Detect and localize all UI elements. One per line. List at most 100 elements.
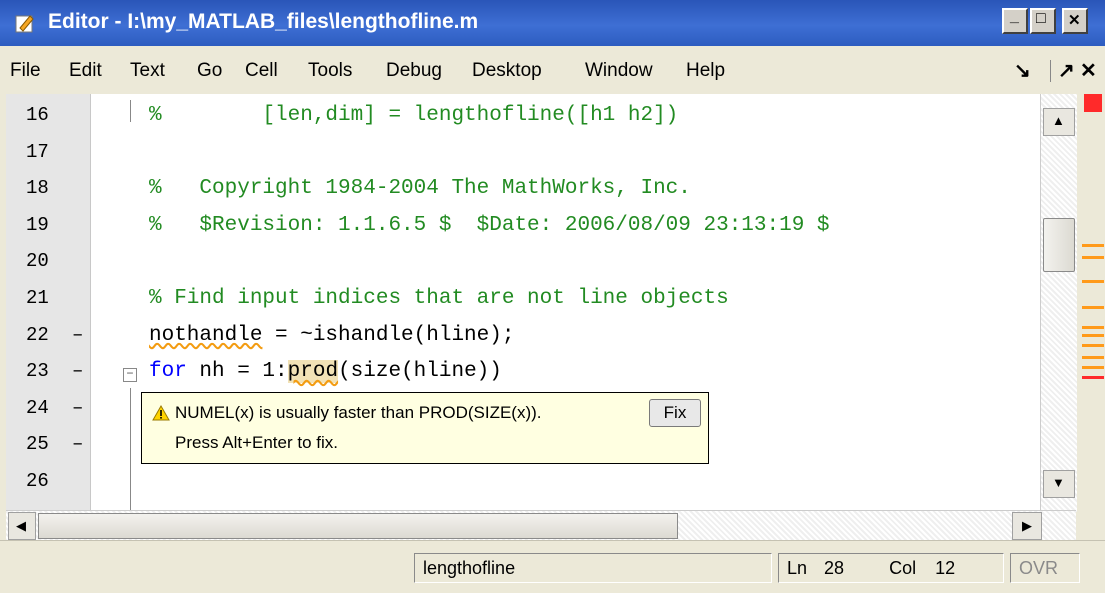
message-indicator-bar — [1078, 94, 1105, 540]
code-token: nothandle — [149, 323, 263, 347]
code-line[interactable]: 17 — [6, 137, 1076, 173]
code-line[interactable]: 18 % Copyright 1984-2004 The MathWorks, I… — [6, 173, 1076, 209]
close-icon: ✕ — [1068, 12, 1081, 29]
breakpoint-dash[interactable]: – — [72, 360, 83, 382]
fix-button[interactable]: Fix — [649, 399, 701, 427]
title-bar[interactable]: Editor - I:\my_MATLAB_files\lengthofline… — [0, 0, 1105, 46]
warning-marker[interactable] — [1082, 256, 1104, 259]
code-line[interactable]: 16 % [len,dim] = lengthofline([h1 h2]) — [6, 100, 1076, 136]
dock-icon[interactable]: ↘ — [1014, 58, 1031, 83]
close-button[interactable]: ✕ — [1062, 8, 1088, 34]
menu-desktop[interactable]: Desktop — [472, 60, 542, 82]
undock-icon[interactable]: ↗ — [1058, 58, 1075, 83]
code-token: prod — [287, 360, 339, 384]
scroll-up-icon: ▲ — [1052, 113, 1065, 128]
code-line[interactable]: 20 — [6, 246, 1076, 282]
warning-marker[interactable] — [1082, 244, 1104, 247]
error-marker[interactable] — [1082, 376, 1104, 379]
col-label: Col — [889, 558, 917, 578]
code-token: % $Revision: 1.1.6.5 $ $Date: 2006/08/09… — [149, 213, 830, 237]
overwrite-indicator: OVR — [1010, 553, 1080, 583]
function-name-field: lengthofline — [414, 553, 772, 583]
warning-marker[interactable] — [1082, 306, 1104, 309]
code-text: % $Revision: 1.1.6.5 $ $Date: 2006/08/09… — [149, 214, 830, 237]
menu-file[interactable]: File — [10, 60, 41, 82]
scroll-left-button[interactable]: ◀ — [8, 512, 36, 540]
breakpoint-dash[interactable]: – — [72, 433, 83, 455]
menu-go[interactable]: Go — [197, 60, 222, 82]
warning-marker[interactable] — [1082, 280, 1104, 283]
warning-marker[interactable] — [1082, 334, 1104, 337]
code-token: % Find input indices that are not line o… — [149, 287, 729, 310]
close-document-icon[interactable]: ✕ — [1080, 58, 1097, 83]
warning-marker[interactable] — [1082, 366, 1104, 369]
error-status-icon[interactable] — [1084, 94, 1102, 112]
breakpoint-dash[interactable]: – — [72, 324, 83, 346]
menu-edit[interactable]: Edit — [69, 60, 102, 82]
ln-value: 28 — [824, 558, 845, 578]
menu-text[interactable]: Text — [130, 60, 165, 82]
code-text: % Find input indices that are not line o… — [149, 287, 729, 310]
menu-separator — [1050, 60, 1051, 82]
line-number: 25 — [26, 433, 49, 456]
tooltip-message: NUMEL(x) is usually faster than PROD(SIZ… — [175, 403, 542, 422]
code-line[interactable]: 19 % $Revision: 1.1.6.5 $ $Date: 2006/08/… — [6, 210, 1076, 246]
code-token: (size(hline)) — [338, 360, 502, 384]
menu-help[interactable]: Help — [686, 60, 725, 82]
code-token: = ~ishandle(hline); — [262, 323, 515, 347]
warning-marker[interactable] — [1082, 344, 1104, 347]
menu-window[interactable]: Window — [585, 60, 653, 82]
minimize-icon: _ — [1010, 8, 1019, 25]
scroll-down-button[interactable]: ▼ — [1043, 470, 1075, 498]
col-value: 12 — [935, 558, 956, 578]
code-analyzer-tooltip: NUMEL(x) is usually faster than PROD(SIZ… — [141, 392, 709, 464]
line-number: 19 — [26, 213, 49, 236]
scroll-right-button[interactable]: ▶ — [1012, 512, 1042, 540]
code-line[interactable]: 23 – − for nh = 1:prod(size(hline)) — [6, 356, 1076, 392]
code-text: % [len,dim] = lengthofline([h1 h2]) — [149, 104, 678, 127]
cursor-position: Ln 28 Col 12 — [778, 553, 1004, 583]
horizontal-scrollbar[interactable]: ◀ ▶ — [6, 510, 1076, 541]
horizontal-scroll-thumb[interactable] — [38, 513, 678, 539]
menu-bar: File Edit Text Go Cell Tools Debug Deskt… — [0, 46, 1105, 94]
code-token: nh = 1: — [186, 360, 288, 384]
warning-marker[interactable] — [1082, 356, 1104, 359]
line-number: 17 — [26, 140, 49, 163]
line-number: 22 — [26, 323, 49, 346]
line-number: 24 — [26, 396, 49, 419]
scroll-left-icon: ◀ — [16, 518, 26, 533]
window-title: Editor - I:\my_MATLAB_files\lengthofline… — [48, 10, 479, 33]
menu-debug[interactable]: Debug — [386, 60, 442, 82]
line-number: 20 — [26, 250, 49, 273]
line-number: 16 — [26, 104, 49, 126]
ln-label: Ln — [787, 558, 808, 578]
vertical-scroll-thumb[interactable] — [1043, 218, 1075, 272]
code-line[interactable]: 22 – nothandle = ~ishandle(hline); — [6, 320, 1076, 356]
line-number: 23 — [26, 360, 49, 383]
minimize-button[interactable]: _ — [1002, 8, 1028, 34]
fold-toggle-icon[interactable]: − — [123, 368, 137, 383]
code-line[interactable]: 21 % Find input indices that are not line… — [6, 283, 1076, 319]
scroll-up-button[interactable]: ▲ — [1043, 108, 1075, 136]
line-number: 26 — [26, 470, 49, 492]
code-token: % Copyright 1984-2004 The MathWorks, Inc… — [149, 177, 691, 201]
menu-cell[interactable]: Cell — [245, 60, 278, 82]
code-line[interactable]: 26 — [6, 466, 1076, 502]
code-token: for — [149, 360, 187, 384]
maximize-icon: □ — [1036, 10, 1046, 27]
code-token: % [len,dim] = lengthofline([h1 h2]) — [149, 104, 679, 127]
line-number: 21 — [26, 287, 49, 309]
scroll-down-icon: ▼ — [1052, 475, 1065, 490]
code-text: for nh = 1:prod(size(hline)) — [149, 360, 502, 384]
menu-tools[interactable]: Tools — [308, 60, 352, 82]
code-text: nothandle = ~ishandle(hline); — [149, 324, 514, 347]
maximize-button[interactable]: □ — [1030, 8, 1056, 34]
breakpoint-dash[interactable]: – — [72, 397, 83, 419]
warning-icon — [152, 405, 170, 421]
editor-icon — [15, 15, 34, 33]
vertical-scrollbar[interactable]: ▲ ▼ — [1040, 94, 1077, 512]
warning-marker[interactable] — [1082, 326, 1104, 329]
code-text: % Copyright 1984-2004 The MathWorks, Inc… — [149, 177, 691, 200]
tooltip-hint: Press Alt+Enter to fix. — [175, 433, 338, 452]
scroll-right-icon: ▶ — [1022, 518, 1032, 533]
